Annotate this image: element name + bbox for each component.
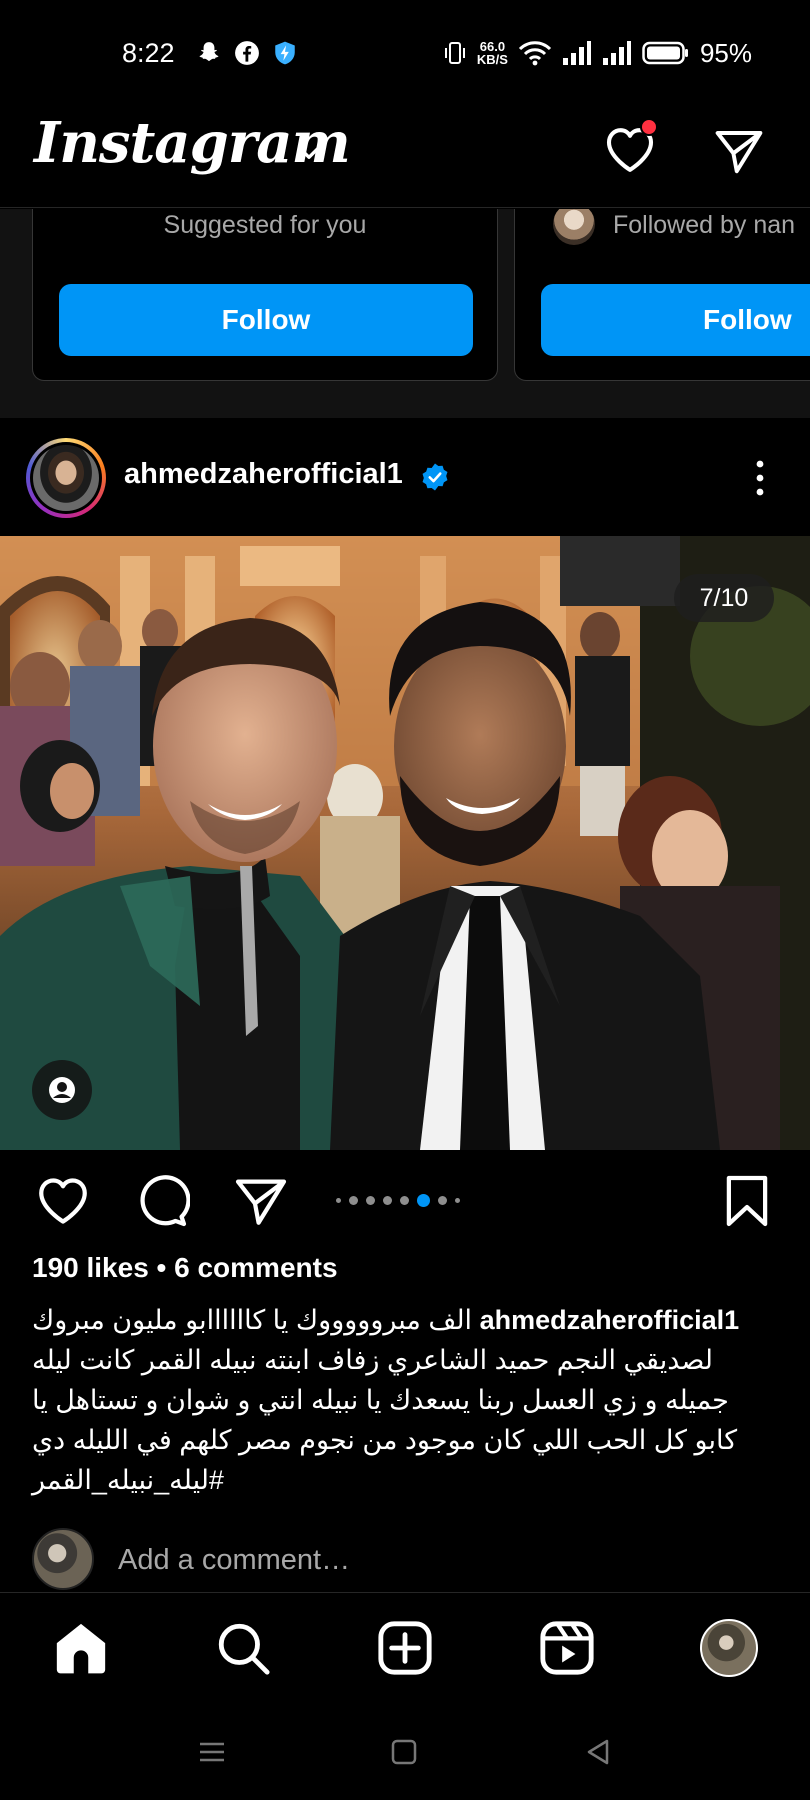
avatar	[33, 445, 99, 511]
profile-avatar[interactable]	[700, 1619, 758, 1677]
wifi-icon	[518, 41, 552, 66]
caption-line-1: ahmedzaherofficial1 الف مبروووووك يا كاا…	[32, 1300, 780, 1340]
bottom-navigation	[0, 1592, 810, 1702]
suggestion-card[interactable]: Followed by nan Follow	[514, 209, 810, 381]
facebook-icon	[235, 41, 259, 65]
person-icon	[49, 1077, 75, 1103]
snapchat-icon	[199, 42, 219, 62]
post-action-bar	[0, 1150, 810, 1250]
add-comment-row	[0, 1528, 810, 1590]
create-post-icon[interactable]	[376, 1619, 434, 1677]
home-square-icon[interactable]	[388, 1736, 420, 1768]
search-icon[interactable]	[214, 1619, 272, 1677]
add-comment-input[interactable]	[118, 1540, 718, 1580]
caption-line-4: كابو كل الحب اللي كان موجود من نجوم مصر …	[32, 1425, 738, 1455]
chevron-down-icon[interactable]	[296, 140, 322, 166]
post-caption: ahmedzaherofficial1 الف مبروووووك يا كاا…	[32, 1300, 780, 1500]
suggestion-card[interactable]: Suggested for you Follow	[32, 209, 498, 381]
carousel-dot	[349, 1196, 358, 1205]
carousel-dot	[366, 1196, 375, 1205]
carousel-dot	[336, 1198, 341, 1203]
avatar-inner	[30, 442, 102, 514]
follower-avatar	[553, 209, 595, 245]
caption-hashtag[interactable]: #ليله_نبيله_القمر	[32, 1460, 780, 1500]
vibrate-icon	[444, 42, 465, 64]
carousel-dot	[400, 1196, 409, 1205]
post-username[interactable]: ahmedzaherofficial1	[124, 458, 403, 491]
menu-icon[interactable]	[196, 1736, 228, 1768]
post-photo[interactable]: 7/10	[0, 536, 810, 1150]
tagged-people-icon[interactable]	[32, 1060, 92, 1120]
status-right: 66.0 KB/S 95%	[443, 36, 752, 70]
verified-badge-icon	[422, 463, 448, 491]
status-bar: 8:22 66.0 KB/S 95%	[0, 0, 810, 104]
likes-comments-count[interactable]: 190 likes • 6 comments	[32, 1252, 338, 1284]
notification-dot	[640, 118, 658, 136]
network-speed: 66.0 KB/S	[477, 40, 508, 66]
carousel-dot	[438, 1196, 447, 1205]
net-speed-unit: KB/S	[476, 52, 508, 67]
app-header: Instagram	[0, 104, 810, 208]
carousel-dot-active	[417, 1194, 430, 1207]
caption-line-2: لصديقي النجم حميد الشاعري زفاف ابنته نبي…	[32, 1345, 714, 1375]
signal-icon-2	[602, 41, 631, 65]
battery-icon	[642, 41, 688, 65]
battery-percent: 95%	[699, 37, 752, 68]
caption-username[interactable]: ahmedzaherofficial1	[480, 1305, 740, 1335]
home-icon[interactable]	[52, 1619, 110, 1677]
follow-button[interactable]: Follow	[541, 284, 810, 356]
post-header: ahmedzaherofficial1	[0, 420, 810, 536]
signal-icon-1	[562, 41, 591, 65]
bookmark-icon[interactable]	[718, 1172, 776, 1230]
more-options-icon[interactable]	[748, 456, 772, 500]
system-navigation-bar	[0, 1702, 810, 1800]
shield-icon	[275, 41, 295, 65]
caption-text: الف مبروووووك يا كاااااابو مليون مبروك	[32, 1305, 473, 1335]
story-avatar[interactable]	[26, 438, 106, 518]
status-time: 8:22	[122, 38, 175, 68]
follow-button[interactable]: Follow	[59, 284, 473, 356]
suggestions-carousel[interactable]: Suggested for you Follow Followed by nan…	[0, 209, 810, 418]
user-avatar	[32, 1528, 94, 1590]
followed-by-label: Followed by nan	[613, 211, 796, 239]
carousel-dot	[455, 1198, 460, 1203]
carousel-counter: 7/10	[674, 574, 774, 622]
like-heart-icon[interactable]	[34, 1172, 92, 1230]
comment-icon[interactable]	[132, 1172, 190, 1230]
caption-line-3: جميله و زي العسل ربنا يسعدك يا نبيله انت…	[32, 1385, 729, 1415]
photo-illustration	[0, 536, 810, 1150]
back-icon[interactable]	[582, 1736, 614, 1768]
share-icon[interactable]	[232, 1172, 290, 1230]
carousel-dot	[383, 1196, 392, 1205]
suggested-for-you-label: Suggested for you	[163, 211, 367, 239]
direct-send-icon[interactable]	[712, 124, 766, 178]
reels-icon[interactable]	[538, 1619, 596, 1677]
carousel-dots	[336, 1194, 460, 1207]
